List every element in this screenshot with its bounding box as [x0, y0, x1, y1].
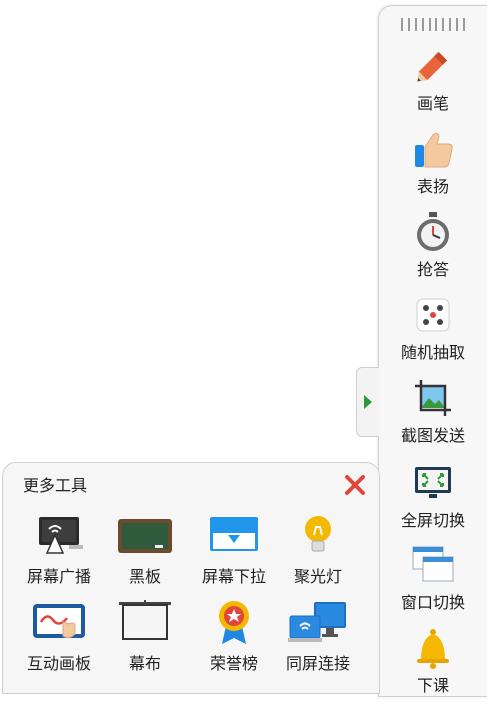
quick-answer-tool[interactable]: 抢答	[379, 210, 487, 290]
drag-grip[interactable]	[401, 17, 465, 31]
class-over-tool[interactable]: 下课	[379, 626, 487, 706]
interactive-board-tool[interactable]: 互动画板	[17, 600, 101, 682]
screenshot-send-tool[interactable]: 截图发送	[379, 376, 487, 456]
thumbs-up-icon	[411, 127, 455, 171]
pencil-tool[interactable]: 画笔	[379, 44, 487, 124]
praise-tool[interactable]: 表扬	[379, 127, 487, 207]
blackboard-tool[interactable]: 黑板	[103, 513, 187, 595]
panel-title: 更多工具	[23, 476, 88, 495]
random-pick-tool[interactable]: 随机抽取	[379, 293, 487, 373]
screen-broadcast-tool[interactable]: 屏幕广播	[17, 513, 101, 595]
screenshot-icon	[411, 376, 455, 420]
spotlight-icon	[288, 513, 348, 557]
collapse-handle[interactable]	[356, 367, 379, 437]
curtain-tool[interactable]: 幕布	[103, 600, 187, 682]
window-switch-tool[interactable]: 窗口切换	[379, 543, 487, 623]
close-icon	[345, 475, 365, 495]
curtain-icon	[115, 600, 175, 644]
side-toolbar: 画笔 表扬 抢答 随机抽取 截图发送 全屏切换 窗口切换 下课	[378, 5, 487, 697]
screen-pulldown-icon	[204, 513, 264, 557]
screen-broadcast-icon	[29, 513, 89, 557]
screen-pulldown-tool[interactable]: 屏幕下拉	[192, 513, 276, 595]
pencil-icon	[411, 44, 455, 88]
bell-icon	[411, 626, 455, 670]
spotlight-tool[interactable]: 聚光灯	[276, 513, 360, 595]
expand-arrow-icon	[364, 395, 372, 409]
dice-icon	[411, 293, 455, 337]
honor-roll-tool[interactable]: 荣誉榜	[192, 600, 276, 682]
blackboard-icon	[115, 513, 175, 557]
window-switch-icon	[411, 543, 455, 587]
fullscreen-toggle-tool[interactable]: 全屏切换	[379, 461, 487, 541]
more-tools-panel: 更多工具 屏幕广播 黑板 屏幕下拉 聚光灯 互动画板 幕布 荣誉榜 同屏连接	[2, 462, 380, 694]
honor-badge-icon	[204, 600, 264, 644]
interactive-board-icon	[29, 600, 89, 644]
screen-mirror-tool[interactable]: 同屏连接	[276, 600, 360, 682]
close-button[interactable]	[343, 473, 367, 497]
fullscreen-icon	[411, 461, 455, 505]
stopwatch-icon	[411, 210, 455, 254]
screen-mirror-icon	[288, 600, 348, 644]
